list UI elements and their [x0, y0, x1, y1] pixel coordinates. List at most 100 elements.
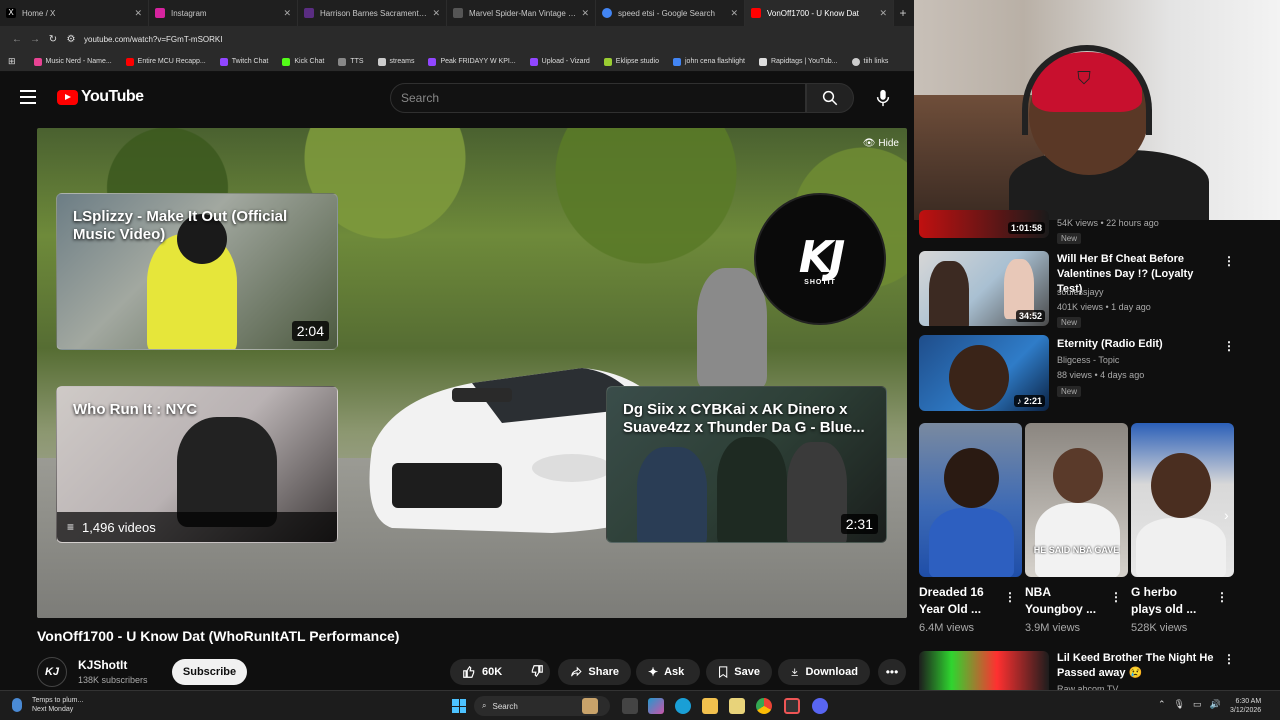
- bookmark-item[interactable]: TTS: [338, 57, 364, 66]
- file-explorer-icon[interactable]: [702, 698, 718, 714]
- app-icon[interactable]: [784, 698, 800, 714]
- recommendation-channel[interactable]: soulessjayy: [1057, 285, 1104, 300]
- recommendation-meta: 88 views • 4 days ago: [1057, 370, 1145, 380]
- network-icon[interactable]: ▭: [1193, 699, 1202, 710]
- reload-icon[interactable]: ↻: [44, 34, 62, 45]
- google-icon: [602, 8, 612, 18]
- recommendation-title[interactable]: Lil Keed Brother The Night He Passed awa…: [1057, 651, 1222, 681]
- bookmark-item[interactable]: Upload - Vizard: [529, 57, 590, 66]
- search-input[interactable]: [401, 91, 805, 105]
- bookmark-icon: [377, 57, 386, 66]
- weather-widget[interactable]: Temps to plum... Next Monday: [32, 696, 83, 714]
- more-vertical-icon[interactable]: ⋮: [1223, 254, 1235, 268]
- edge-icon[interactable]: [675, 698, 691, 714]
- chevron-right-icon[interactable]: ›: [1224, 507, 1229, 523]
- close-icon[interactable]: ✕: [581, 8, 589, 19]
- bookmark-item[interactable]: streams: [377, 57, 414, 66]
- sparkle-icon: ✦: [648, 665, 659, 679]
- more-actions-button[interactable]: •••: [878, 659, 906, 685]
- close-icon[interactable]: ✕: [879, 8, 887, 19]
- webcam-overlay: ⛉: [914, 0, 1280, 220]
- short-title[interactable]: Dreaded 16 Year Old ...: [919, 584, 999, 618]
- video-title: VonOff1700 - U Know Dat (WhoRunItATL Per…: [37, 628, 400, 644]
- tab-harrison-barnes[interactable]: Harrison Barnes Sacramento Ki... ✕: [298, 0, 447, 26]
- discord-icon[interactable]: [812, 698, 828, 714]
- hide-endcards-button[interactable]: 👁 Hide: [863, 138, 899, 149]
- close-icon[interactable]: ✕: [134, 8, 142, 19]
- video-player[interactable]: 👁 Hide KJ SHOTIT LSplizzy - Make It Out (…: [37, 128, 907, 618]
- download-button[interactable]: Download: [778, 659, 870, 685]
- youtube-logo[interactable]: YouTube: [57, 88, 144, 106]
- widgets-icon[interactable]: [582, 698, 598, 714]
- tab-instagram[interactable]: Instagram ✕: [149, 0, 298, 26]
- recommendation-thumbnail[interactable]: 34:52: [919, 251, 1049, 326]
- recommendation-title[interactable]: Eternity (Radio Edit): [1057, 337, 1217, 352]
- bookmark-item[interactable]: Peak FRIDAYY W KPI...: [428, 57, 516, 66]
- bookmark-item[interactable]: tiih links: [851, 57, 888, 66]
- bookmark-item[interactable]: Kick Chat: [282, 57, 324, 66]
- subscribe-button[interactable]: Subscribe: [172, 659, 247, 685]
- system-tray: ⌃ 🎙 ▭ 🔊: [1158, 699, 1221, 710]
- bookmark-item[interactable]: Eklipse studio: [603, 57, 659, 66]
- tab-marvel-spiderman[interactable]: Marvel Spider-Man Vintage Co... ✕: [447, 0, 596, 26]
- start-button[interactable]: [452, 699, 466, 713]
- tab-youtube-active[interactable]: VonOff1700 - U Know Dat ✕: [745, 0, 894, 26]
- url-field[interactable]: youtube.com/watch?v=FGmT-mSORKI: [84, 35, 223, 44]
- volume-icon[interactable]: 🔊: [1210, 699, 1221, 710]
- forward-icon[interactable]: →: [26, 34, 44, 45]
- bookmark-item[interactable]: Music Nerd - Name...: [33, 57, 112, 66]
- bookmark-item[interactable]: Entire MCU Recapp...: [125, 57, 206, 66]
- bookmark-item[interactable]: Twitch Chat: [219, 57, 268, 66]
- short-title[interactable]: G herbo plays old ...: [1131, 584, 1211, 618]
- chevron-up-icon[interactable]: ⌃: [1158, 699, 1166, 710]
- tab-google-search[interactable]: speed etsi - Google Search ✕: [596, 0, 745, 26]
- short-title[interactable]: NBA Youngboy ...: [1025, 584, 1105, 618]
- copilot-icon[interactable]: [648, 698, 664, 714]
- new-tab-button[interactable]: +: [896, 0, 910, 26]
- endcard-video-2[interactable]: Dg Siix x CYBKai x AK Dinero x Suave4zz …: [606, 386, 887, 543]
- bookmark-item[interactable]: Rapidtags | YouTub...: [758, 57, 838, 66]
- tab-x[interactable]: X Home / X ✕: [0, 0, 149, 26]
- recommendation-thumbnail[interactable]: ♪ 2:21: [919, 335, 1049, 411]
- site-info-icon[interactable]: ⚙: [62, 34, 80, 45]
- recommendation-thumbnail[interactable]: 1:01:58: [919, 210, 1049, 238]
- page-icon: [453, 8, 463, 18]
- channel-avatar[interactable]: KJ: [37, 657, 67, 687]
- playlist-count-bar: ≡ 1,496 videos: [57, 512, 337, 542]
- like-button[interactable]: 60K: [462, 665, 502, 679]
- short-thumbnail[interactable]: [1131, 423, 1234, 577]
- channel-name[interactable]: KJShotIt: [78, 658, 127, 672]
- mic-tray-icon[interactable]: 🎙: [1174, 699, 1185, 710]
- more-vertical-icon[interactable]: ⋮: [1223, 339, 1235, 353]
- save-button[interactable]: Save: [706, 659, 772, 685]
- search-button[interactable]: [806, 83, 854, 113]
- recommendation-channel[interactable]: Bligcess - Topic: [1057, 353, 1119, 368]
- clock[interactable]: 6:30 AM 3/12/2026: [1230, 697, 1261, 715]
- ask-button[interactable]: ✦ Ask: [636, 659, 700, 685]
- close-icon[interactable]: ✕: [730, 8, 738, 19]
- dislike-button[interactable]: [530, 664, 544, 681]
- endcard-video-1[interactable]: LSplizzy - Make It Out (Official Music V…: [56, 193, 338, 350]
- share-button[interactable]: Share: [558, 659, 631, 685]
- more-vertical-icon[interactable]: ⋮: [1216, 590, 1228, 604]
- more-vertical-icon[interactable]: ⋮: [1004, 590, 1016, 604]
- menu-icon[interactable]: [20, 90, 36, 104]
- thumbnail-figure: [949, 345, 1009, 410]
- close-icon[interactable]: ✕: [432, 8, 440, 19]
- endcard-playlist[interactable]: Who Run It : NYC ≡ 1,496 videos: [56, 386, 338, 543]
- bookmark-item[interactable]: john cena flashlight: [673, 57, 745, 66]
- short-thumbnail[interactable]: [919, 423, 1022, 577]
- apps-icon[interactable]: ⊞: [8, 56, 16, 67]
- channel-watermark[interactable]: KJ SHOTIT: [754, 193, 886, 325]
- search-icon: [822, 90, 838, 106]
- more-vertical-icon[interactable]: ⋮: [1223, 652, 1235, 666]
- close-icon[interactable]: ✕: [283, 8, 291, 19]
- chrome-icon[interactable]: [756, 698, 772, 714]
- short-thumbnail[interactable]: HE SAID NBA GAVE: [1025, 423, 1128, 577]
- headset-icon: [1022, 45, 1152, 135]
- more-vertical-icon[interactable]: ⋮: [1110, 590, 1122, 604]
- back-icon[interactable]: ←: [8, 34, 26, 45]
- voice-search-button[interactable]: [868, 83, 898, 113]
- store-icon[interactable]: [729, 698, 745, 714]
- task-view-icon[interactable]: [622, 698, 638, 714]
